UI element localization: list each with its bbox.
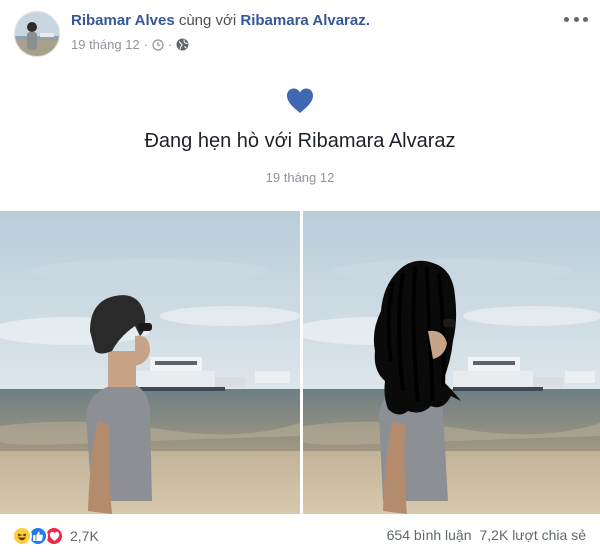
- author-name-link[interactable]: Ribamar Alves: [71, 12, 175, 29]
- partner-name-link[interactable]: Ribamara Alvaraz: [240, 12, 365, 29]
- post-date-link[interactable]: 19 tháng 12: [71, 37, 140, 52]
- post-card: Ribamar Alves cùng với Ribamara Alvaraz.…: [0, 0, 600, 556]
- reactions-summary[interactable]: 2,7K: [12, 526, 99, 546]
- meta-separator: ·: [143, 37, 149, 52]
- meta-separator-2: ·: [168, 37, 173, 52]
- more-dot: [564, 16, 569, 22]
- post-meta: 19 tháng 12 · ·: [71, 37, 189, 52]
- heart-icon: [287, 88, 313, 113]
- life-event-date: 19 tháng 12: [265, 170, 335, 185]
- with-text: cùng với: [178, 12, 237, 29]
- more-dot: [573, 16, 579, 22]
- more-dot: [583, 16, 588, 22]
- engagement-stats: 654 bình luận 7,2K lượt chia sẻ: [387, 527, 586, 543]
- haha-icon: [12, 526, 32, 546]
- comments-count-link[interactable]: 654 bình luận: [387, 527, 472, 543]
- shares-count-link[interactable]: 7,2K lượt chia sẻ: [480, 527, 587, 543]
- clock-icon: [152, 38, 164, 51]
- more-options-icon[interactable]: [564, 12, 588, 26]
- author-avatar[interactable]: [14, 11, 60, 57]
- post-footer: 2,7K 654 bình luận 7,2K lượt chia sẻ: [0, 520, 600, 552]
- post-author-line: Ribamar Alves cùng với Ribamara Alvaraz.: [71, 12, 370, 29]
- beach-photo-original: [0, 211, 300, 514]
- avatar-image: [15, 12, 59, 56]
- life-event-title: Đang hẹn hò với Ribamara Alvaraz: [144, 130, 456, 152]
- reaction-count: 2,7K: [70, 528, 99, 544]
- globe-icon[interactable]: [176, 38, 189, 51]
- beach-photo-edited-long-hair: [303, 211, 600, 514]
- photo-right[interactable]: [303, 211, 600, 514]
- photo-left[interactable]: [0, 211, 300, 514]
- period-text: .: [365, 12, 370, 29]
